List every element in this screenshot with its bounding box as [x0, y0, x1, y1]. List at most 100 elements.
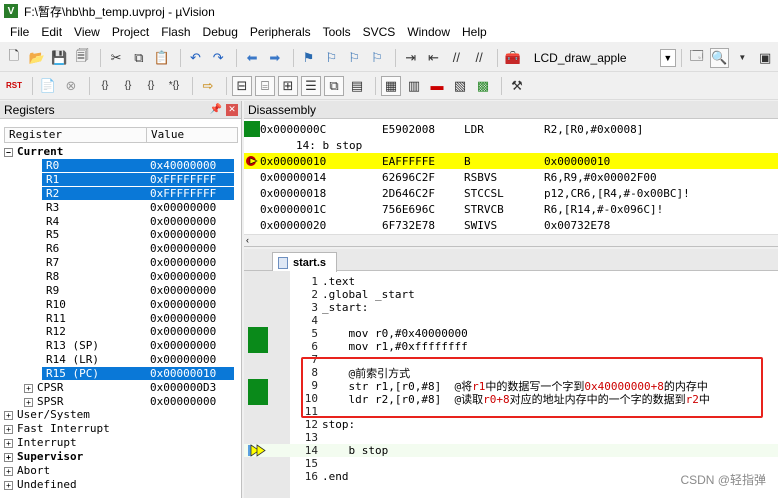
tab-start-s[interactable]: start.s — [272, 252, 338, 272]
system-viewer-icon[interactable]: ▩ — [473, 76, 493, 96]
menu-peripherals[interactable]: Peripherals — [244, 25, 317, 39]
code-line[interactable]: 2 .global _start — [244, 288, 778, 301]
register-row[interactable]: R5 0x00000000 — [4, 228, 238, 242]
code-line[interactable]: 3 _start: — [244, 301, 778, 314]
indent-icon[interactable]: ⇥ — [401, 48, 421, 68]
code-line[interactable]: 1 .text — [244, 275, 778, 288]
chevron-down-icon[interactable]: ▼ — [659, 48, 676, 67]
register-value[interactable]: 0x00000000 — [146, 312, 216, 325]
redo-icon[interactable]: ↷ — [208, 48, 228, 68]
register-row[interactable]: R14 (LR) 0x00000000 — [4, 353, 238, 367]
menu-file[interactable]: File — [4, 25, 35, 39]
register-value[interactable]: 0x00000000 — [146, 201, 216, 214]
menu-debug[interactable]: Debug — [197, 25, 244, 39]
register-group[interactable]: + Fast Interrupt — [4, 422, 238, 436]
target-select[interactable]: LCD_draw_apple ▼ — [529, 48, 676, 67]
open-folder-icon[interactable]: 📂 — [27, 48, 47, 68]
register-value[interactable]: 0x00000000 — [146, 270, 216, 283]
save-icon[interactable]: 💾 — [50, 48, 70, 68]
run-icon[interactable]: 📄 — [38, 76, 58, 96]
cut-icon[interactable]: ✂ — [106, 48, 126, 68]
disassembly-row[interactable]: 14: b stop — [244, 137, 778, 153]
new-file-icon[interactable]: 🗋 — [4, 48, 24, 68]
column-header-register[interactable]: Register — [5, 128, 147, 142]
register-row[interactable]: R1 0xFFFFFFFF — [4, 173, 238, 187]
target-name[interactable]: LCD_draw_apple — [529, 48, 660, 67]
register-row[interactable]: R0 0x40000000 — [4, 159, 238, 173]
disassembly-row[interactable]: 0x00000014 62696C2F RSBVS R6,R9,#0x00002F00 — [244, 169, 778, 185]
register-group-current[interactable]: − Current — [4, 145, 238, 159]
collapse-icon[interactable]: − — [4, 148, 13, 158]
disassembly-window-icon[interactable]: ⌸ — [255, 75, 275, 96]
expand-icon[interactable]: + — [24, 383, 33, 393]
register-row[interactable]: R12 0x00000000 — [4, 325, 238, 339]
register-row[interactable]: R7 0x00000000 — [4, 256, 238, 270]
menu-project[interactable]: Project — [106, 25, 155, 39]
serial-window-icon[interactable]: ▥ — [404, 76, 424, 96]
save-all-icon[interactable]: 🗐 — [72, 48, 92, 68]
bookmark-clear-icon[interactable]: ⚐ — [367, 48, 387, 68]
expand-icon[interactable]: + — [4, 466, 13, 476]
code-line[interactable]: 5 mov r0,#0x40000000 — [244, 327, 778, 340]
close-icon[interactable]: ✕ — [226, 103, 238, 116]
stop-icon[interactable]: ⊗ — [61, 76, 81, 96]
register-value[interactable]: 0x00000000 — [146, 298, 216, 311]
pin-icon[interactable]: 📌 — [210, 104, 222, 115]
toolbox-icon[interactable]: ⚒ — [507, 76, 527, 96]
step-over-icon[interactable]: {} — [118, 76, 138, 96]
trace-window-icon[interactable]: ▧ — [450, 76, 470, 96]
register-group[interactable]: + Abort — [4, 463, 238, 477]
register-row[interactable]: R4 0x00000000 — [4, 214, 238, 228]
menu-help[interactable]: Help — [456, 25, 493, 39]
register-row[interactable]: + SPSR 0x00000000 — [4, 394, 238, 408]
menu-svcs[interactable]: SVCS — [357, 25, 402, 39]
menu-edit[interactable]: Edit — [35, 25, 68, 39]
register-row[interactable]: R9 0x00000000 — [4, 283, 238, 297]
expand-icon[interactable]: + — [4, 425, 13, 435]
copy-icon[interactable]: ⧉ — [129, 48, 149, 68]
register-value[interactable]: 0x00000000 — [146, 242, 216, 255]
register-value[interactable]: 0xFFFFFFFF — [146, 186, 234, 200]
menu-view[interactable]: View — [68, 25, 106, 39]
register-value[interactable]: 0xFFFFFFFF — [146, 173, 234, 187]
bookmark-set-icon[interactable]: ⚑ — [299, 48, 319, 68]
register-group[interactable]: + Supervisor — [4, 450, 238, 464]
register-value[interactable]: 0x00000000 — [146, 256, 216, 269]
disassembly-row[interactable]: 0x0000001C 756E696C STRVCB R6,[R14,#-0x096C… — [244, 201, 778, 217]
run-to-cursor-icon[interactable]: *{} — [164, 76, 184, 96]
register-row[interactable]: R15 (PC) 0x00000010 — [4, 366, 238, 381]
uncomment-icon[interactable]: // — [469, 48, 489, 68]
disassembly-listing[interactable]: 0x0000000C E5902008 LDR R2,[R0,#0x0008] 14: … — [244, 121, 778, 233]
disassembly-row[interactable]: 0x00000020 6F732E78 SWIVS 0x00732E78 — [244, 217, 778, 233]
register-group[interactable]: + Interrupt — [4, 436, 238, 450]
register-row[interactable]: R11 0x00000000 — [4, 311, 238, 325]
step-out-icon[interactable]: {} — [141, 76, 161, 96]
code-line[interactable]: 11 — [244, 405, 778, 418]
expand-icon[interactable]: + — [24, 397, 33, 407]
register-value[interactable]: 0x40000000 — [146, 159, 234, 173]
bookmark-prev-icon[interactable]: ⚐ — [322, 48, 342, 68]
paste-icon[interactable]: 📋 — [152, 48, 172, 68]
menu-window[interactable]: Window — [401, 25, 456, 39]
call-stack-icon[interactable]: ⧉ — [324, 75, 344, 96]
disassembly-row[interactable]: 0x0000000C E5902008 LDR R2,[R0,#0x0008] — [244, 121, 778, 137]
register-row[interactable]: R3 0x00000000 — [4, 200, 238, 214]
register-row[interactable]: R8 0x00000000 — [4, 270, 238, 284]
find-in-files-icon[interactable]: 🗔 — [687, 48, 707, 68]
code-line[interactable]: 15 — [244, 457, 778, 470]
register-value[interactable]: 0x00000010 — [146, 366, 234, 380]
expand-icon[interactable]: + — [4, 439, 13, 449]
code-line[interactable]: 10 ldr r2,[r0,#8] @读取r0+8对应的地址内存中的一个字的数据… — [244, 392, 778, 406]
unindent-icon[interactable]: ⇤ — [424, 48, 444, 68]
register-group[interactable]: + Undefined — [4, 477, 238, 491]
code-line[interactable]: 4 — [244, 314, 778, 327]
chevron-down-icon[interactable]: ▼ — [732, 48, 752, 68]
expand-icon[interactable]: + — [4, 452, 13, 462]
nav-back-icon[interactable]: ⬅ — [242, 48, 262, 68]
nav-forward-icon[interactable]: ➡ — [265, 48, 285, 68]
register-value[interactable]: 0x000000D3 — [146, 381, 216, 394]
analysis-window-icon[interactable]: ▬ — [427, 76, 447, 96]
code-line[interactable]: 6 mov r1,#0xffffffff — [244, 340, 778, 353]
code-line[interactable]: 13 — [244, 431, 778, 444]
menu-flash[interactable]: Flash — [155, 25, 196, 39]
